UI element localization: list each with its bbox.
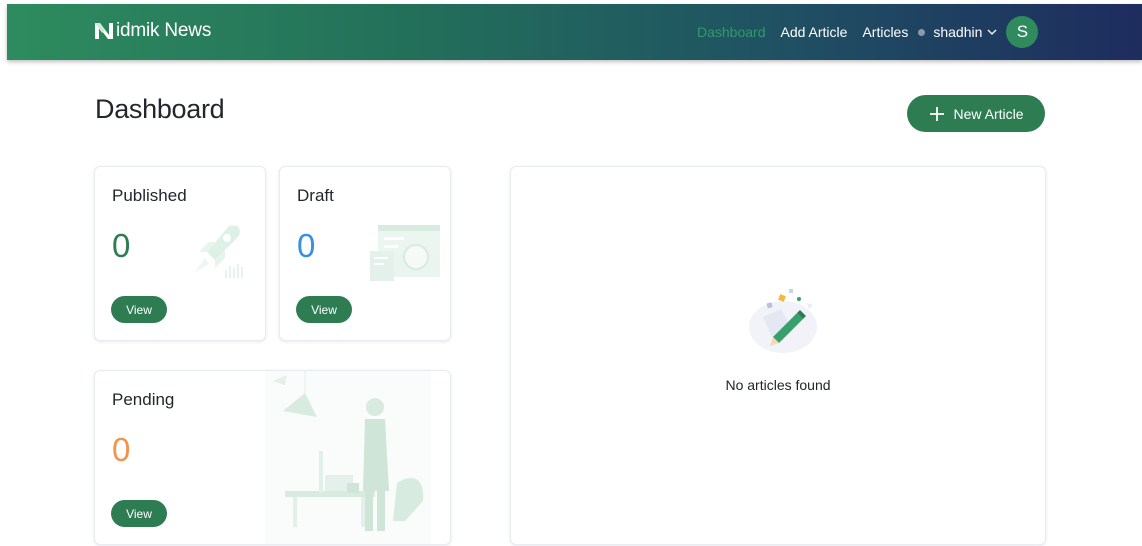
browser-window-illustration [370, 225, 440, 281]
new-article-button[interactable]: New Article [907, 95, 1045, 132]
nav-link-dashboard[interactable]: Dashboard [697, 24, 766, 40]
articles-panel: No articles found [510, 166, 1046, 545]
user-menu[interactable]: shadhin S [933, 16, 1039, 48]
person-office-illustration [265, 371, 431, 544]
empty-message: No articles found [725, 377, 831, 393]
published-title: Published [112, 186, 187, 205]
new-article-label: New Article [953, 105, 1024, 122]
user-name: shadhin [933, 24, 983, 40]
nav-links: Dashboard Add Article Articles shadhin S [697, 4, 1039, 60]
status-dot-icon [918, 28, 926, 36]
pending-title: Pending [112, 390, 175, 409]
rocket-illustration [195, 225, 243, 278]
page-title: Dashboard [95, 94, 225, 124]
published-view-button[interactable]: View [111, 296, 167, 323]
brand-logo-icon [95, 23, 113, 39]
published-count: 0 [112, 227, 131, 264]
nav-link-articles[interactable]: Articles [862, 24, 908, 40]
pending-view-button[interactable]: View [111, 500, 167, 527]
published-card: Published 0 View [94, 166, 266, 341]
pen-empty-illustration [749, 289, 817, 353]
chevron-down-icon [987, 29, 997, 35]
nav-link-add-article[interactable]: Add Article [781, 24, 848, 40]
draft-view-button[interactable]: View [296, 296, 352, 323]
top-navbar: idmik News Dashboard Add Article Article… [7, 4, 1142, 60]
brand[interactable]: idmik News [93, 20, 211, 42]
avatar[interactable]: S [1006, 16, 1039, 48]
pending-count: 0 [112, 431, 131, 468]
draft-title: Draft [297, 186, 334, 205]
draft-card: Draft 0 View [279, 166, 451, 341]
pending-card: Pending 0 View [94, 370, 451, 545]
draft-count: 0 [297, 227, 316, 264]
plus-icon [930, 106, 945, 121]
brand-name: idmik News [116, 20, 212, 41]
